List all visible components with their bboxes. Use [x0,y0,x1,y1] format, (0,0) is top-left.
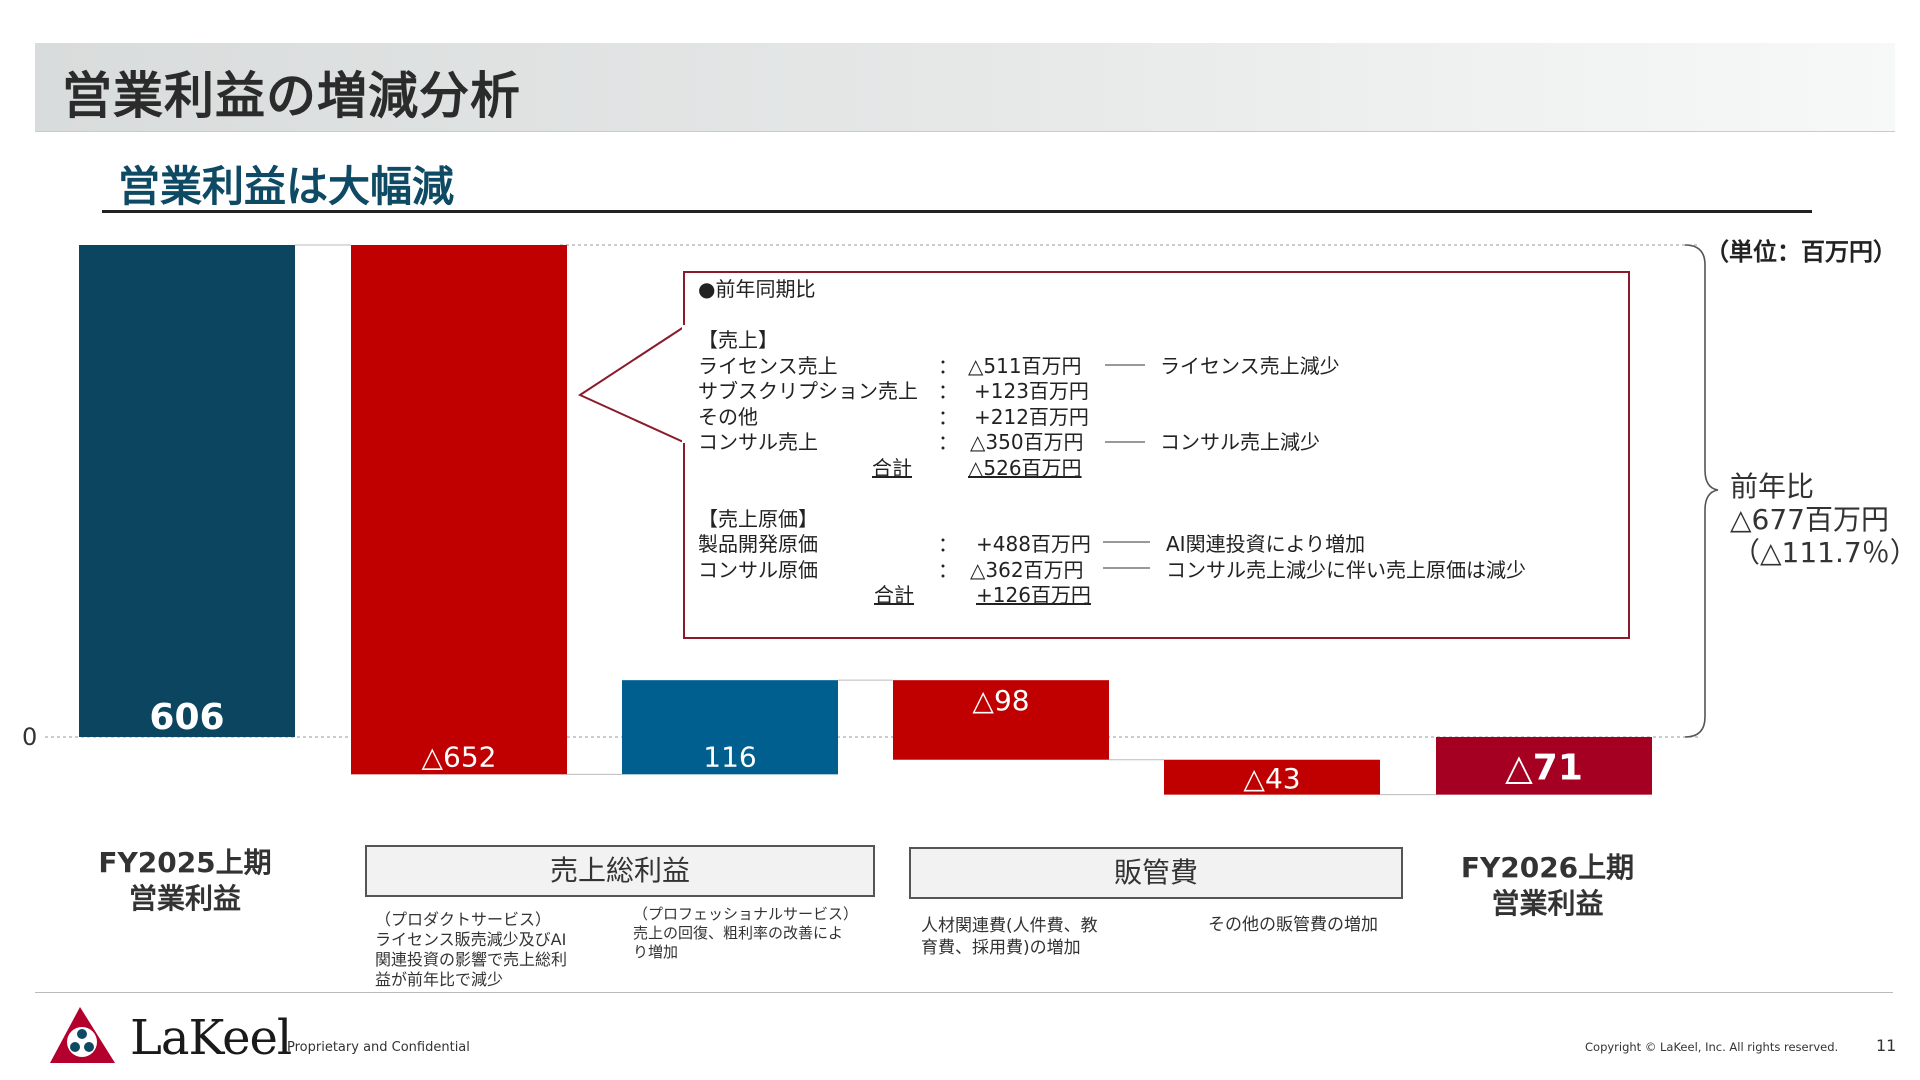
sales-comment: コンサル売上減少 [1160,430,1320,454]
page-number: 11 [1876,1036,1897,1055]
sales-row: その他 ： +212百万円 [698,405,1598,431]
sales-row: サブスクリプション売上 ： +123百万円 [698,379,1598,405]
sales-header-row: 【売上】 [698,328,1598,354]
end-category-line1: FY2026上期 [1460,851,1635,884]
summary-line2: △677百万円 [1730,503,1889,536]
start-category-line1: FY2025上期 [98,846,272,879]
bar-label-1: 606 [149,697,224,738]
sales-value: +212百万円 [974,404,1089,429]
cost-comment: AI関連投資により増加 [1166,532,1366,556]
cost-colon: ： [938,532,958,556]
start-category-label: FY2025上期 営業利益 [80,845,290,917]
summary-brace [1684,244,1719,738]
sales-colon: ： [938,430,958,454]
cost-row: コンサル原価 ： △362百万円 コンサル売上減少に伴い売上原価は減少 [698,558,1598,584]
start-category-line2: 営業利益 [128,882,241,915]
sales-row: コンサル売上 ： △350百万円 コンサル売上減少 [698,430,1598,456]
confidentiality-notice: Proprietary and Confidential [287,1040,470,1055]
cost-header-row: 【売上原価】 [698,507,1598,533]
sales-item: その他 [698,404,758,429]
cost-row: 製品開発原価 ： +488百万円 AI関連投資により増加 [698,532,1598,558]
note-other-sga: その他の販管費の増加 [1208,915,1378,935]
sales-total-row: 合計 △526百万円 [698,456,1598,482]
sales-total-label: 合計 [872,455,912,480]
bar-label-5: △43 [1243,762,1300,795]
sales-colon: ： [938,353,958,378]
sales-value: +123百万円 [974,379,1089,403]
gross-profit-group-label: 売上総利益 [365,845,875,897]
sales-header: 【売上】 [698,328,778,352]
footer-divider [35,992,1893,993]
sales-value: △511百万円 [968,353,1082,378]
summary-text: 前年比 △677百万円 （△111.7％） [1730,470,1918,569]
cost-colon: ： [938,557,958,582]
callout-text: ●前年同期比 【売上】 ライセンス売上 ： △511百万円 ライセンス売上減少 … [698,277,1598,609]
sales-item: ライセンス売上 [698,353,838,378]
bar-1 [79,245,295,737]
note-personnel-costs: 人材関連費(人件費、教 育費、採用費)の増加 [921,916,1098,958]
note-product-service: （プロダクトサービス） ライセンス販売減少及びAI 関連投資の影響で売上総利 益… [375,910,568,989]
summary-line3: （△111.7％） [1732,536,1918,569]
bar-2 [351,245,567,775]
note-professional-service: （プロフェッショナルサービス） 売上の回復、粗利率の改善によ り増加 [633,905,859,961]
sales-item: サブスクリプション売上 [698,379,918,403]
blank-row [698,303,1598,329]
lakeel-logo-mark-icon [50,1007,115,1063]
cost-total-value: +126百万円 [976,583,1091,607]
cost-total-row: 合計 +126百万円 [698,583,1598,609]
sales-item: コンサル売上 [698,430,818,454]
cost-item: コンサル原価 [698,557,818,582]
end-category-line2: 営業利益 [1491,887,1604,920]
callout-heading-row: ●前年同期比 [698,277,1598,303]
bar-label-2: △652 [422,740,497,773]
cost-comment: コンサル売上減少に伴い売上原価は減少 [1166,557,1526,582]
end-category-label: FY2026上期 営業利益 [1440,850,1655,922]
sales-row: ライセンス売上 ： △511百万円 ライセンス売上減少 [698,354,1598,380]
copyright-text: Copyright © LaKeel, Inc. All rights rese… [1585,1040,1839,1054]
cost-total-label: 合計 [874,583,914,607]
cost-value: +488百万円 [976,532,1091,556]
cost-item: 製品開発原価 [698,532,818,556]
sales-colon: ： [938,404,958,429]
bar-label-6: △71 [1505,748,1583,789]
sales-colon: ： [938,379,958,403]
callout-heading: ●前年同期比 [698,277,816,301]
cost-value: △362百万円 [970,557,1084,582]
lakeel-logo-text: LaKeel [130,1010,292,1066]
sales-comment: ライセンス売上減少 [1160,353,1340,378]
cost-header: 【売上原価】 [698,506,818,531]
blank-row [698,481,1598,507]
bar-label-3: 116 [703,740,756,773]
summary-line1: 前年比 [1730,470,1815,503]
sga-group-label: 販管費 [909,847,1403,899]
bar-label-4: △98 [972,684,1029,717]
sales-value: △350百万円 [970,430,1084,454]
zero-tick-label: 0 [22,723,37,751]
callout-pointer [577,321,691,447]
sales-total-value: △526百万円 [968,455,1082,480]
